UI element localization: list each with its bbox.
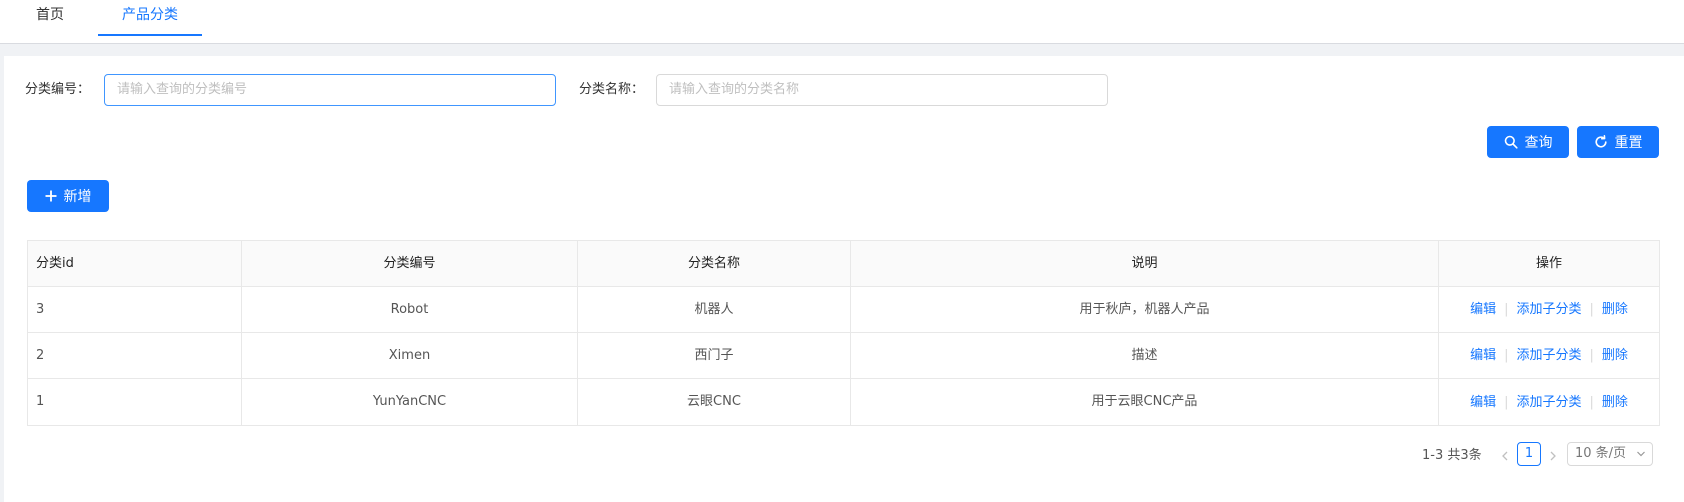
chevron-right-icon[interactable] bbox=[1545, 444, 1561, 468]
header-description: 说明 bbox=[851, 241, 1439, 286]
content-card: 分类编号： 请输入查询的分类编号 分类名称： 请输入查询的分类名称 查询 重置 … bbox=[4, 56, 1684, 502]
table-row: 3 Robot 机器人 用于秋庐，机器人产品 编辑 | 添加子分类 | 删除 bbox=[28, 287, 1659, 333]
edit-link[interactable]: 编辑 bbox=[1470, 380, 1496, 425]
chevron-left-icon[interactable] bbox=[1497, 444, 1513, 468]
header-name: 分类名称 bbox=[578, 241, 851, 286]
divider: | bbox=[1589, 348, 1594, 363]
cell-id: 3 bbox=[28, 287, 242, 332]
query-button-label: 查询 bbox=[1524, 135, 1553, 151]
delete-link[interactable]: 删除 bbox=[1602, 333, 1628, 378]
tab-home[interactable]: 首页 bbox=[18, 0, 82, 36]
divider: | bbox=[1504, 302, 1509, 317]
cell-description: 用于秋庐，机器人产品 bbox=[851, 287, 1439, 332]
table-header: 分类id 分类编号 分类名称 说明 操作 bbox=[28, 241, 1659, 287]
cell-actions: 编辑 | 添加子分类 | 删除 bbox=[1439, 333, 1659, 378]
page-size-select[interactable]: 10 条/页 bbox=[1567, 442, 1653, 466]
add-button-label: 新增 bbox=[63, 189, 92, 205]
add-button[interactable]: 新增 bbox=[27, 180, 109, 212]
category-code-input[interactable]: 请输入查询的分类编号 bbox=[104, 74, 556, 106]
cell-id: 2 bbox=[28, 333, 242, 378]
pagination-page-1[interactable]: 1 bbox=[1517, 442, 1541, 466]
add-child-link[interactable]: 添加子分类 bbox=[1516, 380, 1581, 425]
pagination-total: 1-3 共3条 bbox=[1422, 448, 1482, 463]
page-size-value: 10 条/页 bbox=[1575, 446, 1627, 461]
category-name-label: 分类名称： bbox=[579, 82, 645, 97]
tab-product-category[interactable]: 产品分类 bbox=[98, 0, 202, 36]
header-actions: 操作 bbox=[1535, 256, 1562, 271]
divider: | bbox=[1504, 348, 1509, 363]
delete-link[interactable]: 删除 bbox=[1602, 287, 1628, 332]
cell-name: 云眼CNC bbox=[578, 379, 851, 425]
category-name-input[interactable]: 请输入查询的分类名称 bbox=[656, 74, 1108, 106]
header-code: 分类编号 bbox=[242, 241, 578, 286]
cell-description: 描述 bbox=[851, 333, 1439, 378]
add-child-link[interactable]: 添加子分类 bbox=[1516, 287, 1581, 332]
cell-actions: 编辑 | 添加子分类 | 删除 bbox=[1439, 379, 1659, 425]
header-id: 分类id bbox=[28, 241, 242, 286]
cell-code: Robot bbox=[242, 287, 578, 332]
cell-name: 机器人 bbox=[578, 287, 851, 332]
delete-link[interactable]: 删除 bbox=[1602, 380, 1628, 425]
reset-button-label: 重置 bbox=[1614, 135, 1643, 151]
edit-link[interactable]: 编辑 bbox=[1470, 333, 1496, 378]
add-child-link[interactable]: 添加子分类 bbox=[1516, 333, 1581, 378]
query-button[interactable]: 查询 bbox=[1487, 126, 1569, 158]
chevron-down-icon bbox=[1636, 443, 1646, 473]
divider: | bbox=[1589, 302, 1594, 317]
cell-actions: 编辑 | 添加子分类 | 删除 bbox=[1439, 287, 1659, 332]
reload-icon bbox=[1594, 135, 1607, 148]
cell-id: 1 bbox=[28, 379, 242, 425]
reset-button[interactable]: 重置 bbox=[1577, 126, 1659, 158]
plus-icon bbox=[45, 190, 56, 202]
cell-code: Ximen bbox=[242, 333, 578, 378]
category-table: 分类id 分类编号 分类名称 说明 操作 3 Robot 机器人 用于秋庐，机器… bbox=[27, 240, 1660, 426]
edit-link[interactable]: 编辑 bbox=[1470, 287, 1496, 332]
table-row: 2 Ximen 西门子 描述 编辑 | 添加子分类 | 删除 bbox=[28, 333, 1659, 379]
cell-name: 西门子 bbox=[578, 333, 851, 378]
category-code-label: 分类编号： bbox=[25, 82, 91, 97]
search-icon bbox=[1504, 135, 1518, 149]
divider: | bbox=[1589, 394, 1594, 410]
cell-code: YunYanCNC bbox=[242, 379, 578, 425]
tab-bar: 首页 产品分类 bbox=[0, 0, 1684, 44]
cell-description: 用于云眼CNC产品 bbox=[851, 379, 1439, 425]
table-row: 1 YunYanCNC 云眼CNC 用于云眼CNC产品 编辑 | 添加子分类 |… bbox=[28, 379, 1659, 425]
divider: | bbox=[1504, 394, 1509, 410]
